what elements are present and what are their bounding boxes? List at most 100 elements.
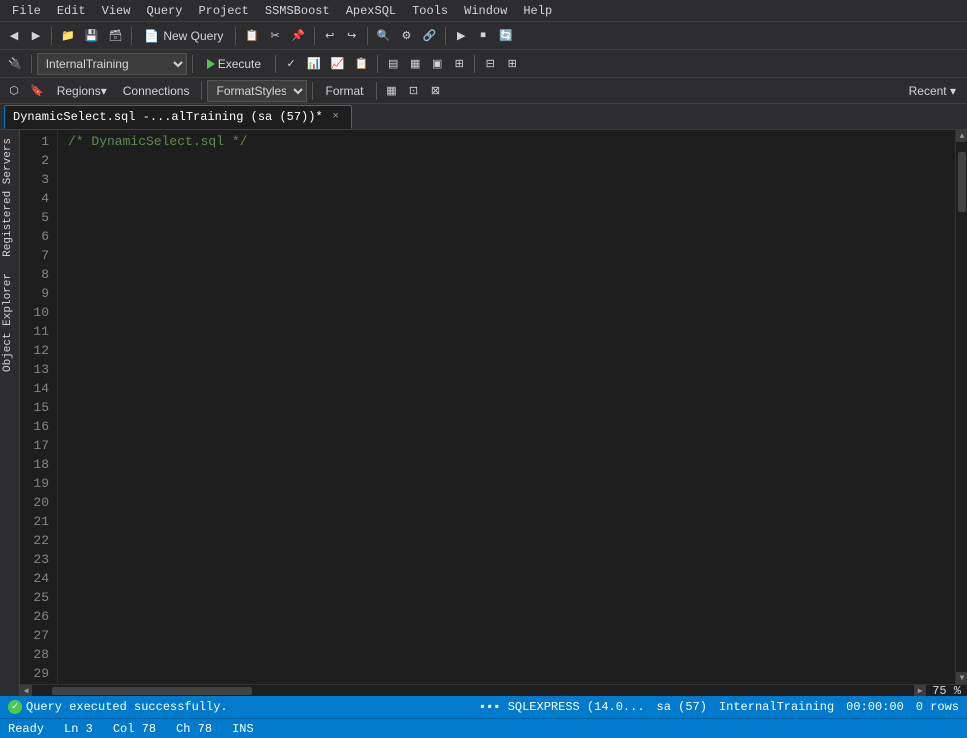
tb-btn-5[interactable]: ↪ (342, 25, 362, 47)
separator-t2-3 (275, 55, 276, 73)
database-dropdown[interactable]: InternalTraining (37, 53, 187, 75)
new-query-icon: 📄 (144, 29, 159, 43)
menu-edit[interactable]: Edit (49, 2, 94, 20)
tb2-btn-2[interactable]: ▦ (405, 53, 425, 75)
ssmsboost-btn-2[interactable]: 🔖 (26, 80, 48, 102)
scroll-thumb[interactable] (958, 152, 966, 212)
connections-label: Connections (123, 84, 190, 98)
line-number: 9 (24, 284, 49, 303)
line-number: 22 (24, 531, 49, 550)
line-number: 28 (24, 645, 49, 664)
tb2-btn-5[interactable]: ⊟ (480, 53, 500, 75)
horizontal-scrollbar[interactable]: ◀ ▶ 75 % (20, 684, 967, 696)
status-success: ✓ Query executed successfully. (8, 700, 228, 714)
new-query-label: New Query (163, 29, 223, 43)
tb2-btn-3[interactable]: ▣ (427, 53, 447, 75)
save-all-button[interactable]: 🗃 (104, 25, 126, 47)
line-number: 19 (24, 474, 49, 493)
tb2-btn-6[interactable]: ⊞ (502, 53, 522, 75)
menu-ssmsboost[interactable]: SSMSBoost (257, 2, 338, 20)
tb3-btn-1[interactable]: ▦ (382, 80, 402, 102)
tb-btn-9[interactable]: ▶ (451, 25, 471, 47)
status-right: ▪▪▪ SQLEXPRESS (14.0... sa (57) Internal… (479, 700, 959, 714)
execute-button[interactable]: Execute (198, 53, 270, 75)
save-button[interactable]: 💾 (81, 25, 103, 47)
back-button[interactable]: ◀ (4, 25, 24, 47)
registered-servers-tab[interactable]: Registered Servers (0, 130, 19, 265)
menu-help[interactable]: Help (515, 2, 560, 20)
menu-view[interactable]: View (94, 2, 139, 20)
tb-btn-7[interactable]: ⚙ (396, 25, 416, 47)
tb-btn-11[interactable]: 🔄 (495, 25, 517, 47)
separator-3 (235, 27, 236, 45)
info-line: Ln 3 (64, 722, 93, 736)
results-btn[interactable]: 📋 (350, 53, 372, 75)
code-editor[interactable]: /* DynamicSelect.sql */ (58, 130, 955, 684)
line-number: 18 (24, 455, 49, 474)
tb-btn-6[interactable]: 🔍 (373, 25, 395, 47)
new-query-button[interactable]: 📄 New Query (137, 25, 230, 47)
line-number: 12 (24, 341, 49, 360)
recent-button[interactable]: Recent ▾ (902, 80, 963, 102)
menu-tools[interactable]: Tools (404, 2, 456, 20)
regions-chevron: ▾ (101, 84, 107, 98)
forward-button[interactable]: ▶ (26, 25, 46, 47)
menu-file[interactable]: File (4, 2, 49, 20)
regions-label: Regions (57, 84, 101, 98)
menu-project[interactable]: Project (190, 2, 256, 20)
tb-btn-1[interactable]: 📋 (241, 25, 263, 47)
line-number: 27 (24, 626, 49, 645)
tb-btn-3[interactable]: 📌 (287, 25, 309, 47)
execute-label: Execute (218, 57, 261, 71)
menu-window[interactable]: Window (456, 2, 515, 20)
tb-btn-2[interactable]: ✂ (265, 25, 285, 47)
line-numbers: 1234567891011121314151617181920212223242… (20, 130, 58, 684)
estimated-plan-btn[interactable]: 📊 (303, 53, 325, 75)
tb2-btn-1[interactable]: ▤ (383, 53, 403, 75)
line-number: 14 (24, 379, 49, 398)
scroll-h-track[interactable] (32, 685, 914, 696)
scroll-right-arrow[interactable]: ▶ (914, 685, 926, 697)
line-number: 20 (24, 493, 49, 512)
zoom-value: 75 % (932, 684, 961, 697)
tb-btn-8[interactable]: 🔗 (418, 25, 440, 47)
server-value: SQLEXPRESS (14.0... (508, 700, 645, 714)
actual-plan-btn[interactable]: 📈 (327, 53, 349, 75)
scroll-left-arrow[interactable]: ◀ (20, 685, 32, 697)
status-rows: 0 rows (916, 700, 959, 714)
format-styles-dropdown[interactable]: FormatStyles (207, 80, 307, 102)
info-col: Col 78 (113, 722, 156, 736)
scroll-down-arrow[interactable]: ▼ (956, 672, 967, 684)
tb-btn-10[interactable]: ⏹ (473, 25, 493, 47)
object-explorer-tab[interactable]: Object Explorer (0, 265, 19, 380)
scroll-h-thumb[interactable] (52, 687, 252, 695)
tb2-btn-4[interactable]: ⊞ (449, 53, 469, 75)
tab-close-button[interactable]: × (329, 110, 343, 124)
separator-6 (445, 27, 446, 45)
tb3-btn-3[interactable]: ⊠ (426, 80, 446, 102)
menu-query[interactable]: Query (138, 2, 190, 20)
parse-btn[interactable]: ✓ (281, 53, 301, 75)
line-number: 30 (24, 683, 49, 684)
tb3-btn-2[interactable]: ⊡ (404, 80, 424, 102)
status-check-icon: ✓ (8, 700, 22, 714)
status-bar: ✓ Query executed successfully. ▪▪▪ SQLEX… (0, 696, 967, 718)
line-number: 29 (24, 664, 49, 683)
connection-btn[interactable]: 🔌 (4, 53, 26, 75)
server-icon: ▪▪▪ (479, 700, 508, 714)
toolbar3: ⬡ 🔖 Regions ▾ Connections FormatStyles F… (0, 78, 967, 104)
ssmsboost-btn-1[interactable]: ⬡ (4, 80, 24, 102)
scroll-track[interactable] (956, 142, 967, 672)
separator-2 (131, 27, 132, 45)
connections-button[interactable]: Connections (116, 80, 197, 102)
line-number: 3 (24, 170, 49, 189)
scroll-up-arrow[interactable]: ▲ (956, 130, 967, 142)
menu-apexsql[interactable]: ApexSQL (338, 2, 404, 20)
open-button[interactable]: 📁 (57, 25, 79, 47)
tb-btn-4[interactable]: ↩ (320, 25, 340, 47)
format-button[interactable]: Format (318, 80, 370, 102)
line-number: 6 (24, 227, 49, 246)
vertical-scrollbar[interactable]: ▲ ▼ (955, 130, 967, 684)
active-tab[interactable]: DynamicSelect.sql -...alTraining (sa (57… (4, 105, 352, 129)
regions-button[interactable]: Regions ▾ (50, 80, 114, 102)
